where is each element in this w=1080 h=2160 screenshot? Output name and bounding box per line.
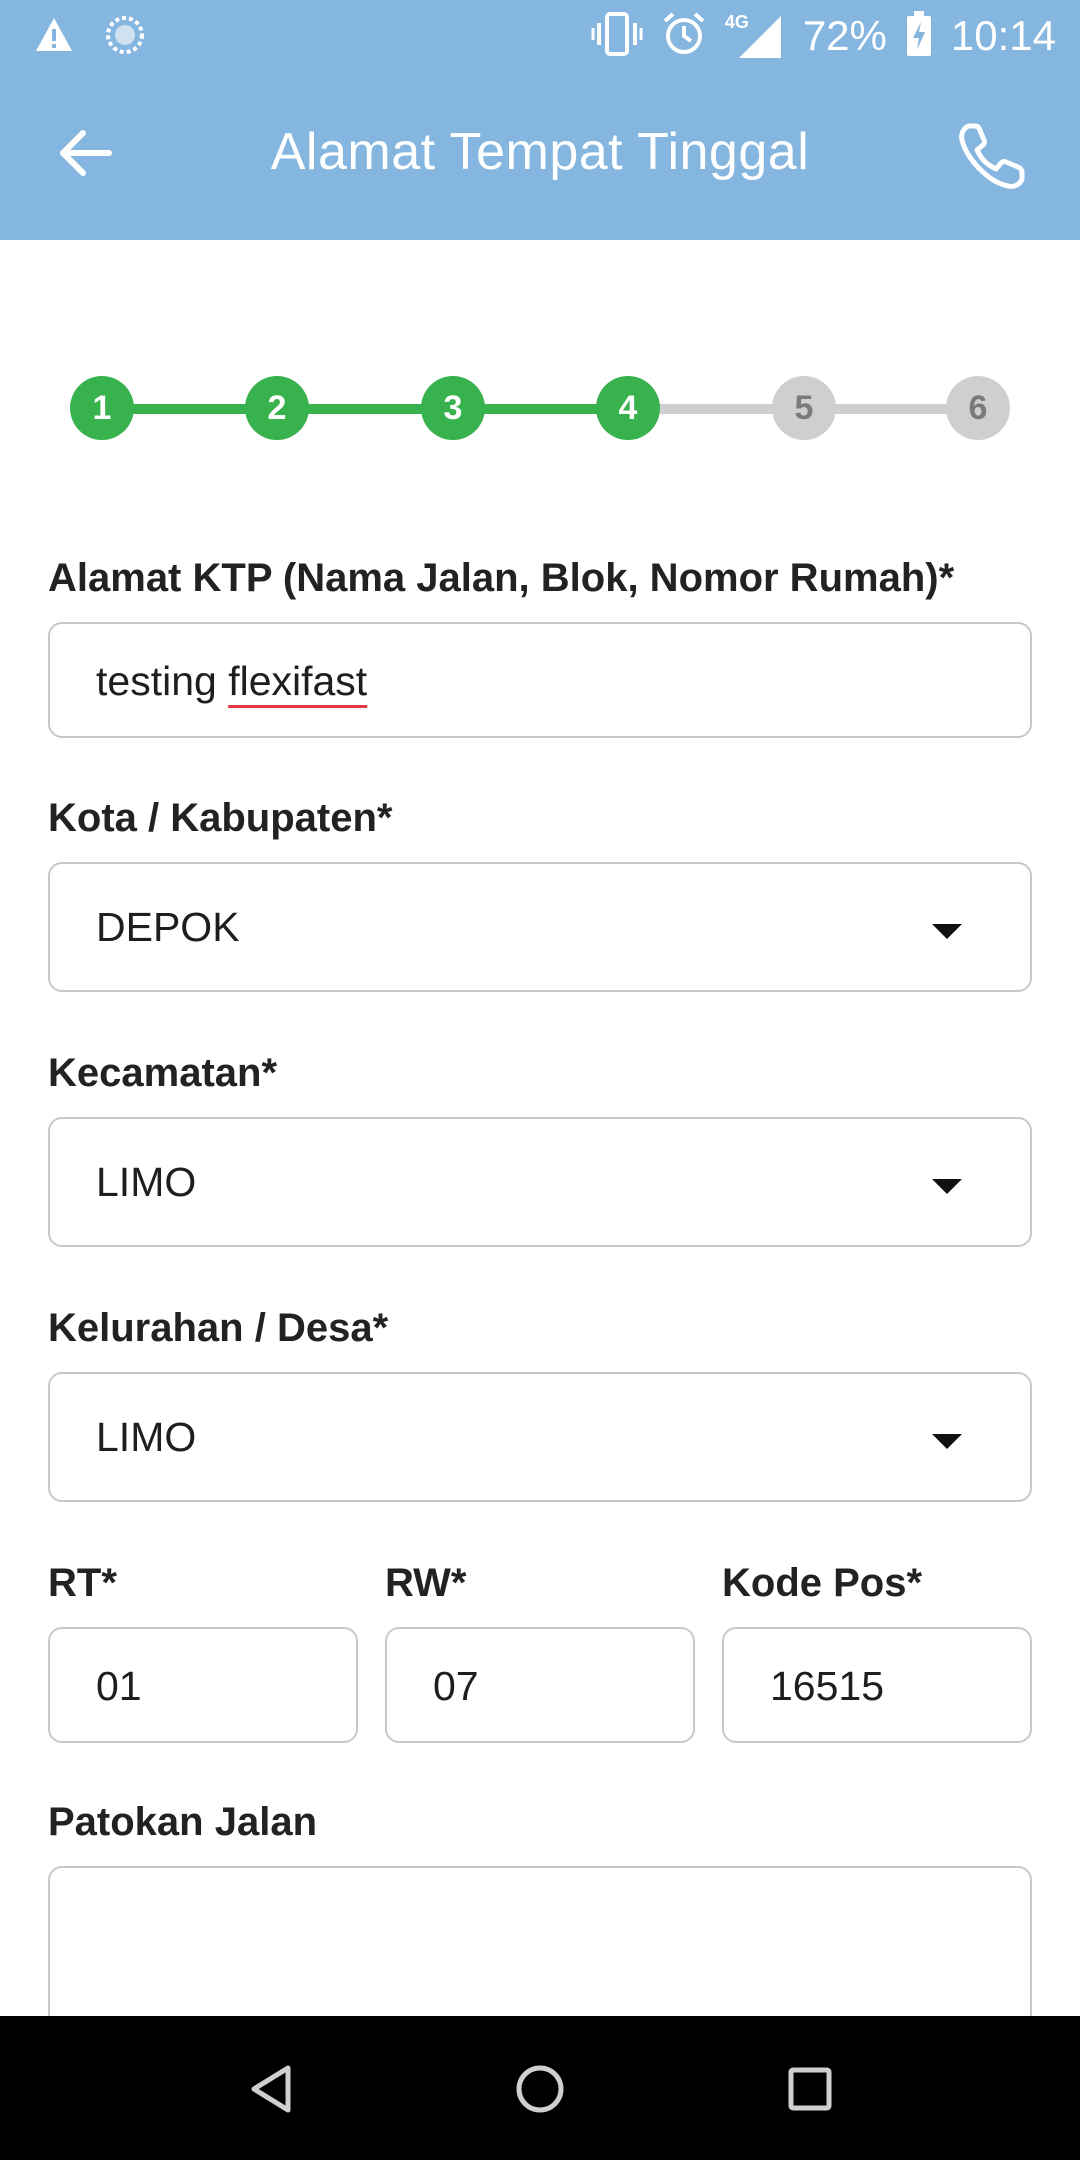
chevron-down-icon — [932, 1179, 962, 1194]
rw-label: RW* — [385, 1561, 467, 1605]
address-input[interactable]: testing flexifast — [48, 622, 1032, 738]
postal-code-input[interactable]: 16515 — [722, 1627, 1032, 1743]
step-6: 6 — [946, 376, 1010, 440]
step-2: 2 — [245, 376, 309, 440]
village-dropdown[interactable]: LIMO — [48, 1372, 1032, 1502]
chevron-down-icon — [932, 1434, 962, 1449]
home-circle-icon — [514, 2063, 566, 2120]
phone-icon — [956, 120, 1028, 197]
rt-value: 01 — [96, 1663, 142, 1709]
district-label: Kecamatan* — [48, 1051, 278, 1095]
rt-input[interactable]: 01 — [48, 1627, 358, 1743]
step-4: 4 — [596, 376, 660, 440]
system-nav-bar — [0, 2016, 1080, 2160]
back-triangle-icon — [248, 2064, 294, 2119]
district-value: LIMO — [96, 1159, 197, 1205]
city-label: Kota / Kabupaten* — [48, 796, 393, 840]
landmark-label: Patokan Jalan — [48, 1800, 318, 1844]
signal-icon: 4G — [725, 12, 785, 60]
step-1: 1 — [70, 376, 134, 440]
address-value-spellcheck: flexifast — [228, 658, 368, 704]
battery-charging-icon — [905, 10, 933, 63]
nav-recents-button[interactable] — [775, 2056, 845, 2126]
vibrate-icon — [591, 11, 643, 62]
alarm-icon — [661, 11, 707, 62]
address-label: Alamat KTP (Nama Jalan, Blok, Nomor Ruma… — [48, 556, 955, 600]
progress-stepper: 1 2 3 4 5 6 — [70, 376, 1010, 442]
clock: 10:14 — [950, 12, 1056, 59]
village-value: LIMO — [96, 1414, 197, 1460]
city-dropdown[interactable]: DEPOK — [48, 862, 1032, 992]
nav-home-button[interactable] — [505, 2056, 575, 2126]
postal-code-value: 16515 — [770, 1663, 885, 1709]
step-3: 3 — [421, 376, 485, 440]
chevron-down-icon — [932, 924, 962, 939]
status-bar: 4G 72% 10:14 — [0, 0, 1080, 74]
recents-square-icon — [787, 2066, 833, 2117]
battery-percent: 72% — [802, 12, 887, 59]
app-bar: Alamat Tempat Tinggal — [0, 74, 1080, 240]
step-5: 5 — [772, 376, 836, 440]
address-value-part1: testing — [96, 658, 229, 704]
stepper-track-done — [100, 404, 628, 414]
village-label: Kelurahan / Desa* — [48, 1306, 389, 1350]
call-button[interactable] — [944, 110, 1040, 206]
address-value: testing flexifast — [96, 658, 367, 705]
district-dropdown[interactable]: LIMO — [48, 1117, 1032, 1247]
warning-icon — [34, 16, 74, 59]
rt-label: RT* — [48, 1561, 117, 1605]
rw-input[interactable]: 07 — [385, 1627, 695, 1743]
rw-value: 07 — [433, 1663, 479, 1709]
page-title: Alamat Tempat Tinggal — [270, 123, 810, 181]
city-value: DEPOK — [96, 904, 240, 950]
sync-icon — [104, 14, 146, 61]
nav-back-button[interactable] — [236, 2056, 306, 2126]
postal-code-label: Kode Pos* — [722, 1561, 923, 1605]
